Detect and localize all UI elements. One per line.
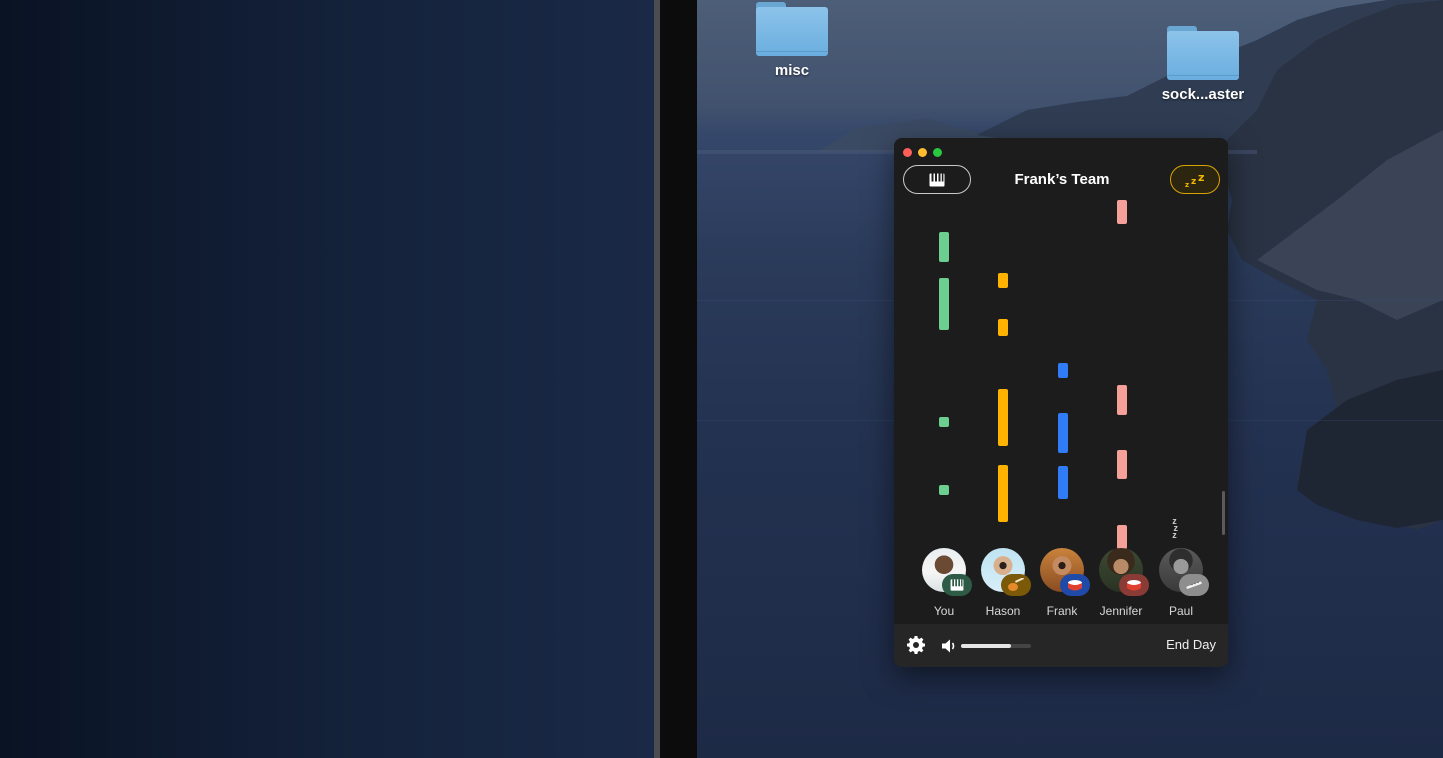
sleeping-indicator: z zz [1171, 516, 1179, 540]
note [939, 417, 949, 427]
folder-sockmaster[interactable]: sock...aster [1153, 26, 1253, 103]
note [1117, 385, 1127, 415]
gear-icon[interactable] [906, 635, 926, 655]
instrument-badge [1179, 574, 1209, 596]
volume-level [961, 644, 1012, 648]
folder-label: sock...aster [1161, 86, 1245, 103]
note [998, 273, 1008, 288]
note [939, 232, 949, 262]
note [998, 465, 1008, 522]
note [1058, 466, 1068, 499]
instrument-badge [1060, 574, 1090, 596]
note [1117, 450, 1127, 479]
folder-misc[interactable]: misc [742, 2, 842, 79]
note [1117, 525, 1127, 549]
note [998, 389, 1008, 446]
instrument-badge [1119, 574, 1149, 596]
drum-icon [1127, 580, 1141, 591]
member-list: You Hason Frank Jennifer z z z Paul [894, 517, 1228, 618]
member-you[interactable]: You [914, 548, 974, 618]
guitar-icon [1008, 578, 1025, 591]
avatar [981, 548, 1031, 596]
zoom-button[interactable] [933, 148, 942, 157]
minimize-button[interactable] [918, 148, 927, 157]
note [939, 485, 949, 495]
member-name: Frank [1046, 604, 1078, 618]
instrument-button[interactable] [903, 165, 971, 194]
flute-icon [1186, 581, 1202, 589]
svg-text:z: z [1198, 172, 1204, 184]
piano-icon [950, 579, 964, 591]
note [1058, 413, 1068, 453]
note [1117, 200, 1127, 224]
member-frank[interactable]: Frank [1032, 548, 1092, 618]
svg-text:z: z [1185, 181, 1189, 188]
note [1058, 363, 1068, 378]
scrollbar[interactable] [1222, 491, 1225, 535]
member-paul[interactable]: z zz Paul [1151, 517, 1211, 618]
end-day-button[interactable]: End Day [1166, 637, 1216, 652]
sleep-button[interactable]: z z z [1170, 165, 1220, 194]
app-window: Frank’s Team z z z You Hason Frank Jenni… [894, 138, 1228, 667]
speaker-icon[interactable] [940, 637, 958, 655]
avatar [1159, 548, 1209, 596]
member-name: Hason [985, 604, 1021, 618]
volume-slider[interactable] [961, 644, 1031, 648]
close-button[interactable] [903, 148, 912, 157]
footer-bar: End Day [894, 624, 1228, 667]
team-title: Frank’s Team [1014, 171, 1110, 188]
note [939, 278, 949, 330]
left-panel [0, 0, 654, 758]
window-divider-shadow [660, 0, 697, 758]
member-jennifer[interactable]: Jennifer [1091, 548, 1151, 618]
instrument-badge [1001, 574, 1031, 596]
avatar [1099, 548, 1149, 596]
note [998, 319, 1008, 336]
folder-icon [756, 2, 828, 56]
svg-text:z: z [1191, 177, 1196, 187]
note-lanes [894, 200, 1228, 550]
member-name: You [933, 604, 955, 618]
instrument-badge [942, 574, 972, 596]
member-name: Jennifer [1099, 604, 1143, 618]
folder-label: misc [774, 62, 810, 79]
avatar [922, 548, 972, 596]
avatar [1040, 548, 1090, 596]
member-name: Paul [1168, 604, 1194, 618]
piano-icon [929, 173, 945, 186]
member-hason[interactable]: Hason [973, 548, 1033, 618]
drum-icon [1068, 580, 1082, 591]
folder-icon [1167, 26, 1239, 80]
zzz-icon: z z z [1185, 172, 1204, 188]
